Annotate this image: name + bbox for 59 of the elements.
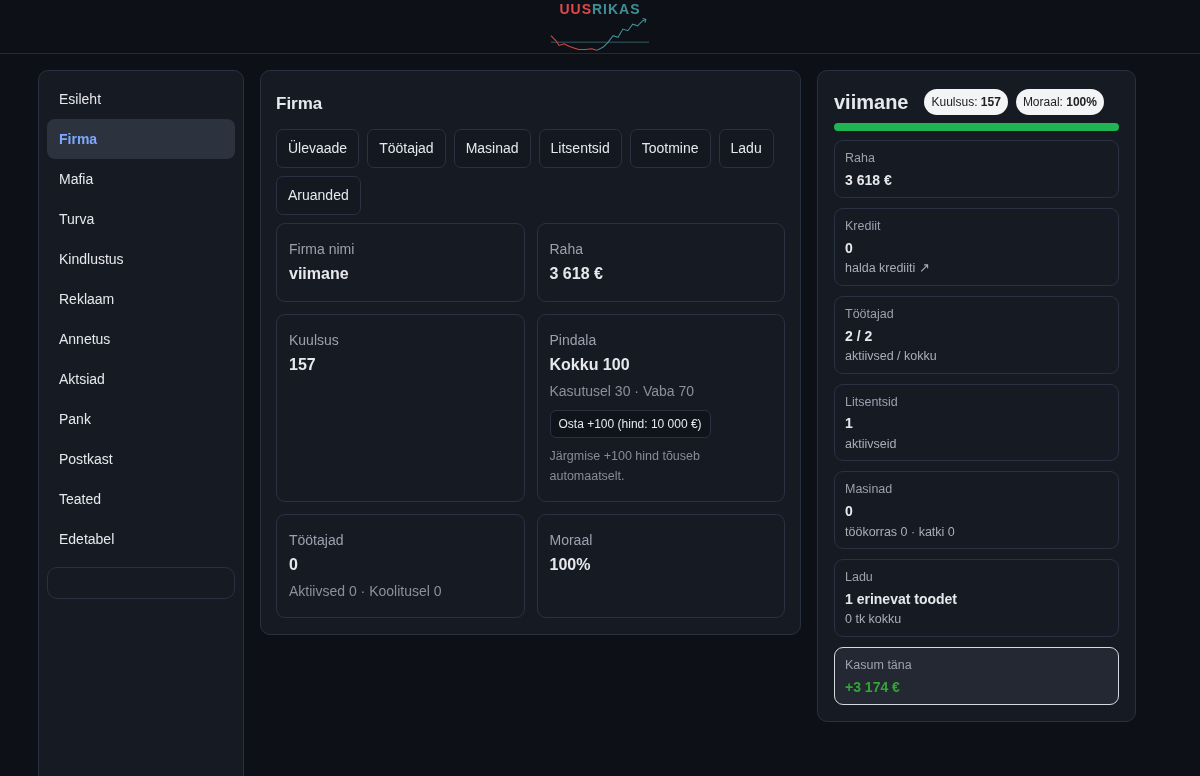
stat-value: 0	[845, 239, 854, 258]
stat-pill: Moraal: 100%	[1015, 89, 1104, 115]
section-tab[interactable]: Litsentsid	[538, 128, 622, 168]
manage-credit-link[interactable]: halda krediiti ↗	[845, 261, 930, 277]
section-tab[interactable]: Ladu	[718, 128, 774, 168]
section-tab[interactable]: Masinad	[453, 128, 531, 168]
card-label: Töötajad	[289, 530, 345, 550]
sidebar-item[interactable]: Aktsiad	[47, 359, 235, 399]
stat-value: +3 174 €	[845, 678, 901, 696]
card-label: Pindala	[549, 330, 598, 350]
card-value: 100%	[549, 554, 592, 575]
sidebar-item[interactable]: Kindlustus	[47, 239, 235, 279]
stat-value: 1 erinevat toodet	[845, 590, 959, 609]
hint-text: Järgmise +100 hind tõuseb automaatselt.	[549, 447, 701, 485]
section-tab[interactable]: Ülevaade	[276, 128, 360, 168]
sidebar-item[interactable]: Edetabel	[47, 519, 235, 559]
card-label: Moraal	[549, 530, 594, 550]
stat-detail: 0 tk kokku	[845, 612, 903, 628]
sidebar-item[interactable]: Reklaam	[47, 279, 235, 319]
card-label: Raha	[549, 239, 584, 259]
buy-button[interactable]: Osta +100 (hind: 10 000 €)	[549, 409, 711, 438]
stat-label: Töötajad	[845, 306, 895, 323]
sidebar-item[interactable]: Annetus	[47, 319, 235, 359]
stat-label: Kasum täna	[845, 657, 913, 674]
stat-label: Raha	[845, 151, 876, 167]
stat-label: Masinad	[845, 482, 894, 498]
stat-detail: aktiivsed / kokku	[845, 349, 938, 365]
section-tab[interactable]: Töötajad	[367, 128, 446, 168]
sidebar-item[interactable]: Teated	[47, 479, 235, 519]
sidebar-item[interactable]: Postkast	[47, 439, 235, 479]
card-value: viimane	[289, 263, 350, 284]
panel-title: Firma	[276, 93, 324, 115]
card-label: Kuulsus	[289, 330, 340, 350]
card-value: 157	[289, 354, 317, 375]
card-detail: Kasutusel 30 · Vaba 70	[549, 381, 695, 401]
stat-value: 2 / 2	[845, 327, 874, 345]
stat-value: 1	[845, 415, 854, 433]
logo-text: UUSRIKAS	[559, 2, 641, 16]
stat-detail: aktiivseid	[845, 436, 898, 453]
sidebar-item[interactable]: Mafia	[47, 159, 235, 199]
section-tab[interactable]: Tootmine	[629, 128, 711, 168]
stat-detail: töökorras 0 · katki 0	[845, 524, 956, 541]
sidebar-item[interactable]: Esileht	[47, 79, 235, 119]
section-tab[interactable]: Aruanded	[276, 175, 361, 215]
card-value: 0	[289, 554, 299, 575]
sidebar-item[interactable]: Pank	[47, 399, 235, 439]
stat-label: Ladu	[845, 570, 874, 586]
stat-label: Krediit	[845, 219, 882, 235]
stat-label: Litsentsid	[845, 394, 899, 411]
card-value: 3 618 €	[549, 263, 604, 284]
stat-pill: Kuulsus: 157	[924, 89, 1008, 115]
sidebar-item[interactable]: Firma	[47, 119, 235, 159]
card-label: Firma nimi	[289, 239, 356, 259]
company-name: viimane	[834, 90, 909, 115]
card-detail: Aktiivsed 0 · Koolitusel 0	[289, 581, 443, 601]
card-value: Kokku 100	[549, 354, 631, 375]
sidebar-item[interactable]: Turva	[47, 199, 235, 239]
stat-value: 0	[845, 503, 854, 521]
stat-value: 3 618 €	[845, 171, 893, 190]
